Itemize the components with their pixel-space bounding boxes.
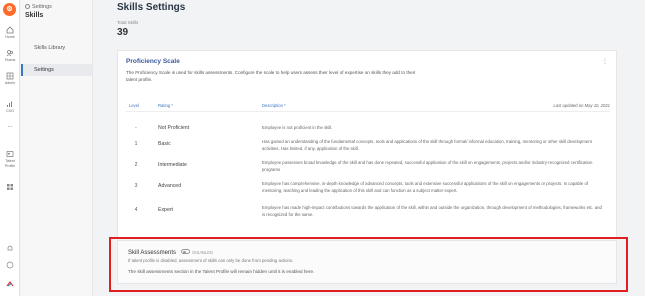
app-logo[interactable]: ⚙	[3, 3, 16, 16]
rail-item-notifications[interactable]	[0, 244, 20, 253]
rail-label: Admin	[4, 81, 16, 85]
home-icon	[6, 26, 14, 34]
total-skills-label: Total Skills	[117, 20, 139, 25]
skill-assessments-title: Skill Assessments DISABLED	[128, 249, 213, 256]
row-rating: Not Proficient	[158, 125, 190, 131]
row-description: Employee has comprehensive, in-depth kno…	[262, 181, 589, 193]
row-description: Employee has made high-impact contributi…	[262, 205, 602, 217]
header-description: Description *	[262, 103, 286, 108]
icon-rail: ⚙ Home Teams Admin CXO ... Talent Profil…	[0, 0, 20, 296]
rail-item-cxo[interactable]: CXO	[0, 100, 20, 114]
row-rating: Expert	[158, 207, 173, 213]
rail-item-admin[interactable]: Admin	[0, 72, 20, 86]
row-level: -	[135, 125, 137, 131]
sidebar-item-skills-library[interactable]: Skills Library	[21, 42, 92, 54]
sidebar-title: Skills	[25, 12, 44, 19]
rail-label: Talent Profile	[4, 159, 16, 168]
breadcrumb[interactable]: Settings	[25, 4, 52, 10]
row-rating: Advanced	[158, 183, 182, 189]
divider	[126, 111, 610, 112]
profile-icon	[6, 151, 14, 157]
rail-item-help[interactable]	[0, 261, 20, 270]
admin-icon	[6, 72, 14, 80]
skill-assessments-card: Skill Assessments DISABLED If talent pro…	[117, 240, 617, 284]
more-options-icon[interactable]: ⋮	[602, 58, 608, 65]
help-icon	[6, 261, 14, 269]
sidebar-item-settings[interactable]: Settings	[21, 64, 92, 76]
skill-assessments-label: Skill Assessments	[128, 250, 177, 256]
rail-item-home[interactable]: Home	[0, 26, 20, 40]
main-content: Skills Settings Total Skills 39 Proficie…	[94, 0, 645, 296]
rail-item-grid[interactable]	[0, 183, 20, 192]
assessments-toggle[interactable]	[180, 249, 190, 254]
row-description: Has gained an understanding of the funda…	[262, 139, 592, 151]
page-title: Skills Settings	[117, 2, 186, 13]
rail-item-more[interactable]: ...	[0, 123, 20, 129]
avatar-icon	[6, 281, 14, 287]
row-rating: Basic	[158, 141, 171, 147]
last-updated: Last updated on May 10, 2021	[553, 103, 610, 108]
rail-label: CXO	[6, 109, 14, 113]
rail-label: Teams	[4, 58, 16, 62]
rail-label: Home	[5, 35, 15, 39]
row-rating: Intermediate	[158, 162, 187, 168]
header-level: Level	[129, 103, 140, 108]
row-level: 2	[134, 162, 138, 168]
rail-item-user[interactable]	[0, 280, 20, 289]
total-skills-value: 39	[117, 27, 129, 38]
rail-item-teams[interactable]: Teams	[0, 49, 20, 63]
row-description: Employee is not proficient in the skill.	[262, 125, 333, 130]
card-description: The Proficiency Scale is used for skills…	[126, 70, 416, 82]
chart-icon	[7, 101, 12, 107]
row-level: 3	[134, 183, 138, 189]
assessments-hidden-note: The skill assessments section in the Tal…	[128, 269, 315, 274]
breadcrumb-label: Settings	[32, 4, 52, 10]
header-rating: Rating *	[158, 103, 173, 108]
card-title: Proficiency Scale	[126, 58, 180, 65]
row-level: 1	[134, 141, 138, 147]
row-level: 4	[134, 207, 138, 213]
assessments-note: If talent profile is disabled, assessmen…	[128, 258, 294, 263]
rail-item-talent-profile[interactable]: Talent Profile	[0, 150, 20, 169]
team-icon	[6, 50, 14, 57]
proficiency-scale-card: Proficiency Scale ⋮ The Proficiency Scal…	[117, 50, 617, 238]
bell-icon	[7, 245, 13, 251]
secondary-sidebar: Settings Skills Skills Library Settings	[21, 0, 93, 296]
more-icon: ...	[7, 123, 13, 129]
grid-icon	[7, 184, 13, 190]
settings-icon	[25, 4, 30, 9]
row-description: Employee possesses broad knowledge of th…	[262, 160, 593, 172]
toggle-status: DISABLED	[192, 250, 214, 255]
